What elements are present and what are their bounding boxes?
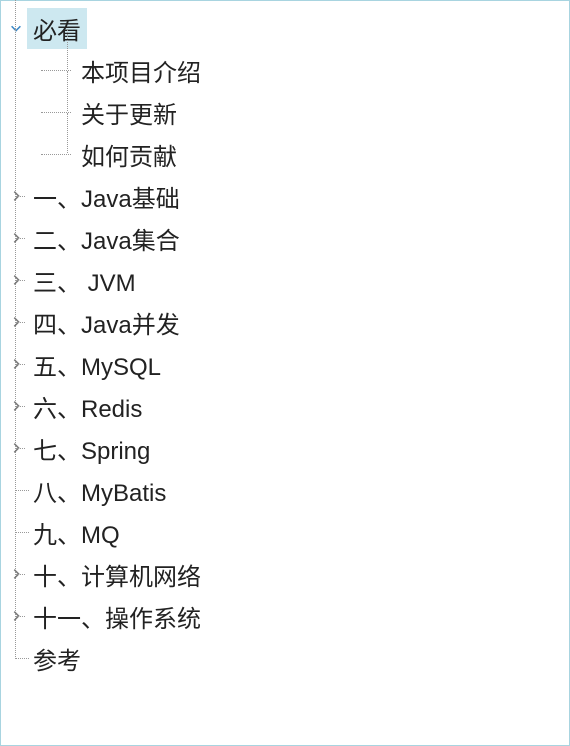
tree-item-section[interactable]: 二、Java集合 [5,217,565,259]
tree-label-section[interactable]: 参考 [27,638,87,679]
tree-label-section[interactable]: 十一、操作系统 [27,596,207,637]
tree-label-section[interactable]: 四、Java并发 [27,302,186,343]
tree-label-section[interactable]: 一、Java基础 [27,176,186,217]
tree-item-section[interactable]: 三、 JVM [5,259,565,301]
tree-label-child[interactable]: 本项目介绍 [75,50,207,91]
chevron-down-icon[interactable] [5,17,27,39]
tree-item-root[interactable]: 必看 [5,7,565,49]
tree-item-section[interactable]: 十一、操作系统 [5,595,565,637]
outline-tree: 必看 本项目介绍 关于更新 如何贡献 [5,7,565,679]
tree-item-section[interactable]: 一、Java基础 [5,175,565,217]
tree-sections: 一、Java基础 二、Java集合 三、 JVM 四、Java并发 [5,175,565,679]
tree-item-child-1[interactable]: 关于更新 [31,91,565,133]
tree-label-section[interactable]: 十、计算机网络 [27,554,207,595]
tree-label-section[interactable]: 八、MyBatis [27,470,172,511]
tree-item-section[interactable]: 九、MQ [5,511,565,553]
tree-item-section[interactable]: 五、MySQL [5,343,565,385]
tree-label-child[interactable]: 如何贡献 [75,134,183,175]
tree-item-section[interactable]: 七、Spring [5,427,565,469]
tree-item-section[interactable]: 十、计算机网络 [5,553,565,595]
tree-label-section[interactable]: 九、MQ [27,512,126,553]
tree-label-section[interactable]: 六、Redis [27,386,148,427]
tree-label-child[interactable]: 关于更新 [75,92,183,133]
tree-label-section[interactable]: 七、Spring [27,428,156,469]
tree-label-section[interactable]: 五、MySQL [27,344,167,385]
tree-item-section[interactable]: 四、Java并发 [5,301,565,343]
tree-label-section[interactable]: 二、Java集合 [27,218,186,259]
tree-item-section[interactable]: 八、MyBatis [5,469,565,511]
tree-item-section[interactable]: 参考 [5,637,565,679]
tree-label-root[interactable]: 必看 [27,8,87,49]
tree-children-root: 本项目介绍 关于更新 如何贡献 [5,49,565,175]
tree-item-child-2[interactable]: 如何贡献 [31,133,565,175]
tree-label-section[interactable]: 三、 JVM [27,260,142,301]
tree-item-child-0[interactable]: 本项目介绍 [31,49,565,91]
tree-item-section[interactable]: 六、Redis [5,385,565,427]
